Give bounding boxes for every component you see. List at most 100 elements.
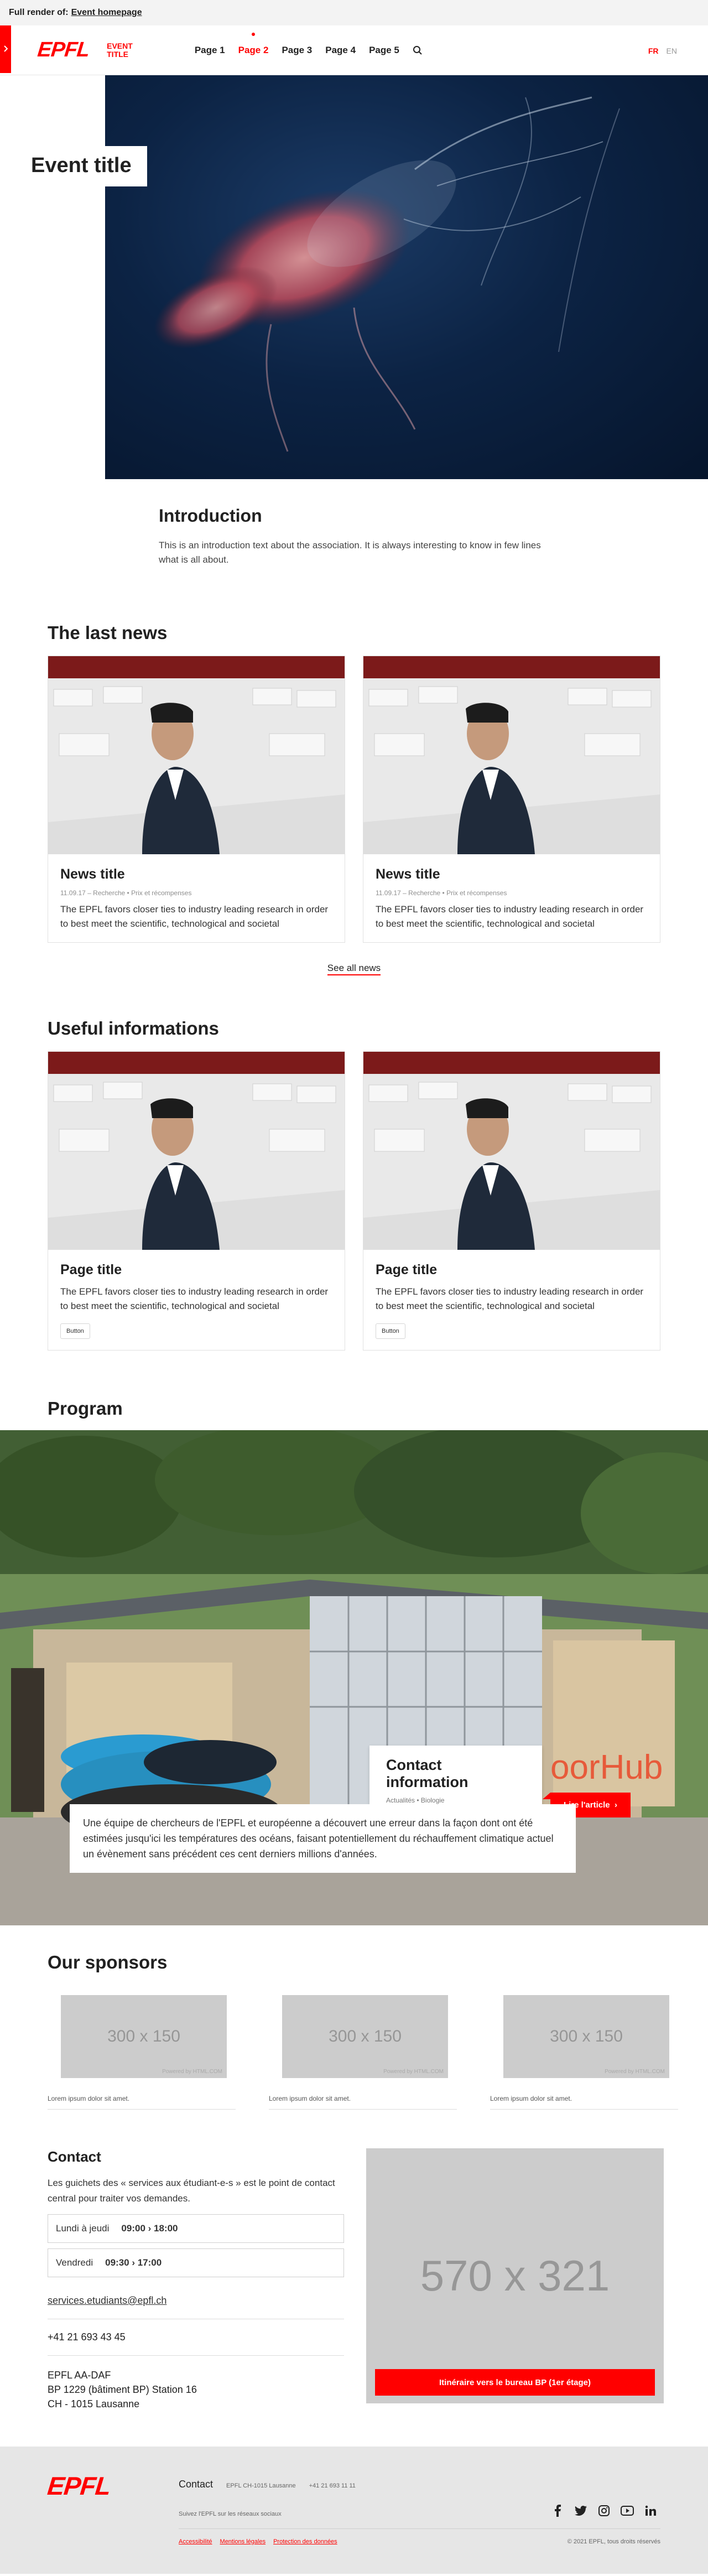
footer-link-legal-notice[interactable]: Mentions légales — [220, 2538, 266, 2545]
contact-details: Contact Les guichets des « services aux … — [48, 2148, 344, 2411]
nav-item-page-5[interactable]: Page 5 — [362, 45, 406, 56]
facebook-icon[interactable] — [551, 2504, 564, 2517]
map-placeholder: 570 x 321 Itinéraire vers le bureau BP (… — [366, 2148, 664, 2403]
page-card-text: The EPFL favors closer ties to industry … — [376, 1286, 644, 1311]
twitter-icon[interactable] — [574, 2504, 587, 2517]
epfl-logo[interactable]: EPFL — [37, 38, 91, 62]
site-title-line2: title — [107, 49, 129, 59]
useful-cards: Page title The EPFL favors closer ties t… — [48, 1051, 708, 1351]
site-footer: EPFL Contact EPFL CH-1015 Lausanne +41 2… — [0, 2447, 708, 2574]
news-card-category: Recherche — [93, 889, 126, 897]
program-banner-sign: oorHub — [550, 1748, 663, 1786]
footer-divider — [179, 2528, 660, 2529]
search-icon[interactable] — [412, 44, 424, 56]
route-button[interactable]: Itinéraire vers le bureau BP (1er étage) — [375, 2369, 655, 2396]
see-all-news-label: See all news — [327, 963, 381, 975]
footer-link-accessibility[interactable]: Accessibilité — [179, 2538, 212, 2545]
sponsor-item[interactable]: 300 x 150 Powered by HTML.COM Lorem ipsu… — [490, 1995, 678, 2110]
page-card-text: The EPFL favors closer ties to industry … — [60, 1286, 329, 1311]
language-fr[interactable]: FR — [648, 46, 659, 55]
contact-lead: Les guichets des « services aux étudiant… — [48, 2178, 335, 2204]
news-card-text: The EPFL favors closer ties to industry … — [60, 904, 329, 929]
news-card-category: Recherche — [408, 889, 441, 897]
introduction-text: This is an introduction text about the a… — [159, 540, 541, 565]
opening-hours-row: Vendredi 09:30 › 17:00 — [48, 2248, 344, 2277]
site-title-line1: Event — [107, 41, 133, 50]
footer-legal-links: Accessibilité Mentions légales Protectio… — [179, 2538, 337, 2545]
page-card-title[interactable]: Page title — [376, 1262, 648, 1278]
program-banner: oorHub Contact information Actualités • … — [0, 1430, 708, 1925]
news-card-category: Prix et récompenses — [131, 889, 192, 897]
contact-address-line: EPFL AA-DAF — [48, 2370, 111, 2381]
linkedin-icon[interactable] — [644, 2504, 657, 2517]
render-bar-prefix: Full render of: — [9, 8, 69, 17]
sponsor-powered-label: Powered by HTML.COM — [162, 2069, 222, 2075]
news-card[interactable]: News title 11.09.17 – Recherche • Prix e… — [363, 656, 660, 943]
program-section-title: Program — [48, 1398, 123, 1419]
footer-phone: +41 21 693 11 11 — [309, 2482, 356, 2489]
nav-item-page-3[interactable]: Page 3 — [275, 45, 319, 56]
news-card-meta: 11.09.17 – Recherche • Prix et récompens… — [376, 889, 507, 897]
nav-item-page-2[interactable]: Page 2 — [232, 45, 275, 56]
logo-area: EPFL Event title — [37, 38, 133, 62]
footer-epfl-logo[interactable]: EPFL — [46, 2471, 112, 2501]
hero-image-jellyfish — [105, 75, 708, 479]
map-placeholder-label: 570 x 321 — [420, 2251, 610, 2300]
footer-link-data-protection[interactable]: Protection des données — [273, 2538, 337, 2545]
sponsor-placeholder-label: 300 x 150 — [329, 2027, 402, 2045]
youtube-icon[interactable] — [621, 2504, 634, 2517]
contact-phone: +41 21 693 43 45 — [48, 2319, 344, 2356]
nav-item-page-1[interactable]: Page 1 — [188, 45, 232, 56]
sponsor-powered-label: Powered by HTML.COM — [605, 2069, 665, 2075]
contact-address-line: CH - 1015 Lausanne — [48, 2398, 140, 2409]
news-card-text: The EPFL favors closer ties to industry … — [376, 904, 644, 929]
footer-social-links — [551, 2504, 657, 2517]
page-card-button[interactable]: Button — [376, 1323, 405, 1339]
language-en[interactable]: EN — [667, 46, 677, 55]
sponsor-logo-placeholder: 300 x 150 Powered by HTML.COM — [503, 1995, 669, 2078]
instagram-icon[interactable] — [597, 2504, 611, 2517]
page-card-image — [48, 1052, 345, 1250]
hero: Event title — [0, 75, 708, 479]
news-card-title[interactable]: News title — [60, 866, 332, 882]
program-section: Program oorHub Contact information Actua… — [0, 1398, 708, 1925]
program-card-category: Actualités — [386, 1796, 415, 1804]
nav-item-page-4[interactable]: Page 4 — [319, 45, 362, 56]
news-card-title[interactable]: News title — [376, 866, 648, 882]
opening-hours-day: Lundi à jeudi — [56, 2223, 110, 2234]
news-section: The last news News title 11.09.17 – Rech… — [0, 622, 708, 975]
sponsor-caption: Lorem ipsum dolor sit amet. — [490, 2078, 678, 2110]
sponsor-item[interactable]: 300 x 150 Powered by HTML.COM Lorem ipsu… — [48, 1995, 236, 2110]
sponsor-placeholder-label: 300 x 150 — [550, 2027, 623, 2045]
footer-contact-row: Contact EPFL CH-1015 Lausanne +41 21 693… — [179, 2479, 356, 2490]
program-card-title[interactable]: Contact information — [386, 1757, 525, 1791]
contact-address: EPFL AA-DAF BP 1229 (bâtiment BP) Statio… — [48, 2356, 344, 2411]
news-card[interactable]: News title 11.09.17 – Recherche • Prix e… — [48, 656, 345, 943]
chevron-right-icon: › — [612, 1800, 617, 1810]
contact-title: Contact — [48, 2148, 101, 2165]
page-card-image — [363, 1052, 660, 1250]
page-card-button[interactable]: Button — [60, 1323, 90, 1339]
drawer-toggle-button[interactable] — [0, 25, 11, 73]
contact-email-link[interactable]: services.etudiants@epfl.ch — [48, 2295, 344, 2319]
page-card[interactable]: Page title The EPFL favors closer ties t… — [363, 1051, 660, 1351]
footer-contact-title: Contact — [179, 2479, 214, 2490]
sponsor-item[interactable]: 300 x 150 Powered by HTML.COM Lorem ipsu… — [269, 1995, 457, 2110]
sponsor-placeholder-label: 300 x 150 — [107, 2027, 180, 2045]
useful-section: Useful informations Page title The EPFL … — [0, 1018, 708, 1351]
opening-hours-day: Vendredi — [56, 2257, 93, 2268]
sponsor-powered-label: Powered by HTML.COM — [383, 2069, 444, 2075]
render-bar-link[interactable]: Event homepage — [71, 8, 142, 18]
contact-section: Contact Les guichets des « services aux … — [48, 2148, 708, 2411]
news-card-date: 11.09.17 — [60, 889, 86, 897]
page-card-title[interactable]: Page title — [60, 1262, 332, 1278]
news-card-meta: 11.09.17 – Recherche • Prix et récompens… — [60, 889, 192, 897]
site-title[interactable]: Event title — [107, 41, 133, 59]
opening-hours-time: 09:00 › 18:00 — [121, 2223, 178, 2234]
footer-copyright: © 2021 EPFL, tous droits réservés — [567, 2538, 660, 2545]
contact-address-line: BP 1229 (bâtiment BP) Station 16 — [48, 2384, 197, 2395]
see-all-news-link[interactable]: See all news — [0, 963, 708, 975]
page-card[interactable]: Page title The EPFL favors closer ties t… — [48, 1051, 345, 1351]
sponsors-section: Our sponsors 300 x 150 Powered by HTML.C… — [0, 1952, 708, 2110]
opening-hours-row: Lundi à jeudi 09:00 › 18:00 — [48, 2214, 344, 2243]
